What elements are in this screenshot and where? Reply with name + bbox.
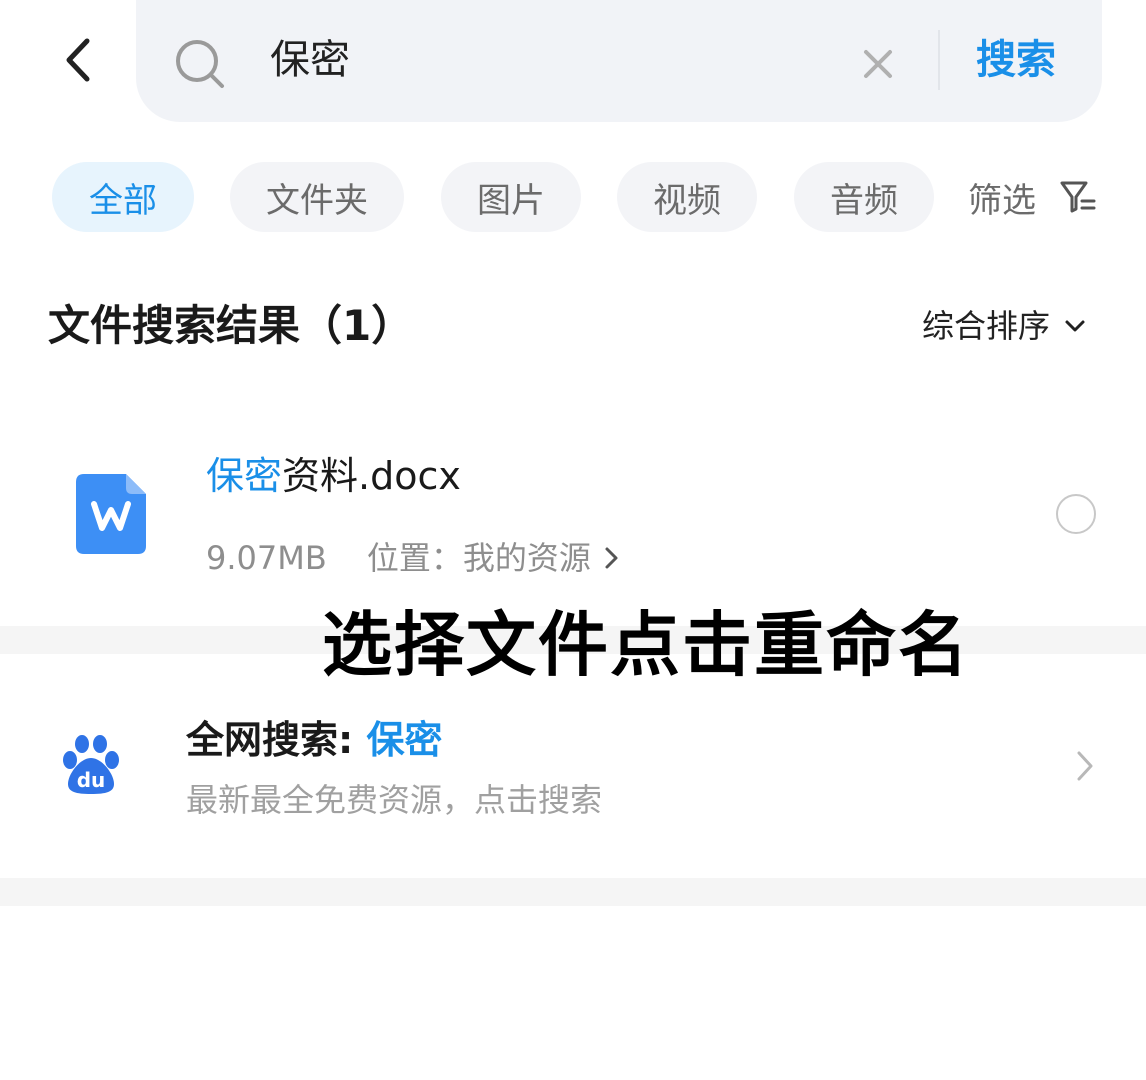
category-tabs: 全部 文件夹 图片 视频 音频 筛选 (0, 162, 1146, 234)
file-meta: 9.07MB 位置：我的资源 (206, 534, 623, 582)
search-icon (176, 40, 224, 88)
filter-label: 筛选 (968, 180, 1036, 221)
file-name-highlight: 保密 (206, 454, 283, 498)
baidu-paw-icon: du (63, 735, 119, 794)
tab-folder[interactable]: 文件夹 (230, 162, 404, 232)
search-input[interactable]: 保密 (270, 32, 350, 88)
search-bar: 保密 搜索 (136, 0, 1102, 122)
svg-text:du: du (77, 768, 106, 792)
file-size: 9.07MB (206, 539, 327, 577)
chevron-right-icon (605, 547, 618, 569)
results-title: 文件搜索结果（1） (48, 301, 414, 350)
tab-video[interactable]: 视频 (617, 162, 757, 232)
chevron-down-icon (1065, 320, 1085, 332)
web-search-subtitle: 最新最全免费资源，点击搜索 (186, 781, 603, 819)
tab-images[interactable]: 图片 (441, 162, 581, 232)
file-name-rest: 资料.docx (282, 454, 461, 498)
filter-icon (1060, 181, 1096, 213)
back-button[interactable] (52, 34, 104, 86)
chevron-right-icon (1077, 751, 1093, 781)
sort-label: 综合排序 (922, 307, 1051, 345)
overlay-caption: 选择文件点击重命名 (322, 604, 970, 686)
file-result-row[interactable]: 保密资料.docx 9.07MB 位置：我的资源 (0, 430, 1146, 610)
tab-all[interactable]: 全部 (52, 162, 194, 232)
section-separator-bottom (0, 878, 1146, 906)
file-location[interactable]: 位置：我的资源 (367, 534, 591, 582)
web-search-title: 全网搜索: 保密 (186, 712, 442, 768)
word-doc-icon (76, 474, 146, 554)
web-search-prefix: 全网搜索: (186, 718, 354, 762)
sort-dropdown[interactable]: 综合排序 (922, 302, 1088, 350)
file-name: 保密资料.docx (206, 450, 461, 502)
search-button[interactable]: 搜索 (976, 32, 1056, 88)
select-radio[interactable] (1056, 494, 1096, 534)
web-search-row[interactable]: du 全网搜索: 保密 最新最全免费资源，点击搜索 (0, 700, 1146, 850)
clear-icon[interactable] (858, 44, 898, 84)
web-search-keyword: 保密 (366, 718, 443, 762)
tab-audio[interactable]: 音频 (794, 162, 934, 232)
search-divider (938, 30, 940, 90)
chevron-left-icon (66, 38, 90, 82)
filter-button[interactable]: 筛选 (968, 162, 1098, 232)
